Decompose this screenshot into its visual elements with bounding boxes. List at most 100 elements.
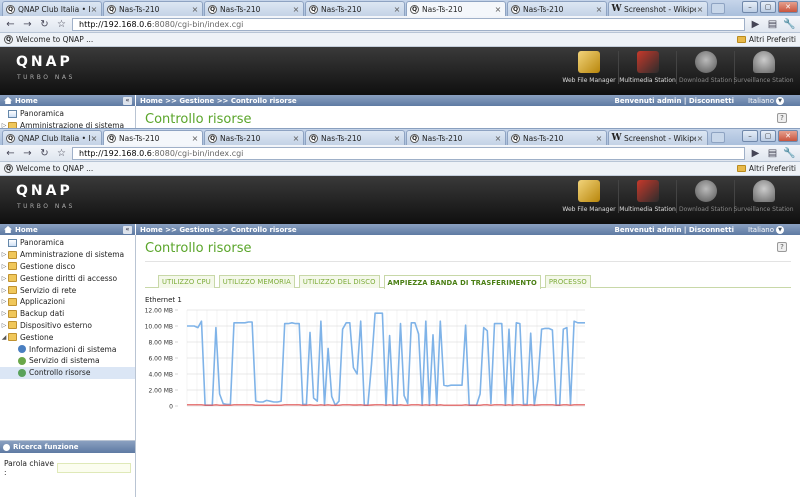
tab-close-icon[interactable]: ×: [292, 5, 300, 14]
expand-arrow-icon[interactable]: ▷: [0, 287, 8, 294]
browser-tab[interactable]: Q Nas-Ts-210 ×: [406, 1, 506, 16]
browser-tab[interactable]: Q Nas-Ts-210 ×: [507, 130, 607, 145]
tab-close-icon[interactable]: ×: [191, 134, 199, 143]
close-icon[interactable]: ✕: [778, 1, 798, 13]
tab-close-icon[interactable]: ×: [696, 134, 704, 143]
browser-tab[interactable]: Q Nas-Ts-210 ×: [507, 1, 607, 16]
back-arrow-icon[interactable]: ←: [4, 18, 17, 31]
expand-arrow-icon[interactable]: ▷: [0, 298, 8, 305]
reload-icon[interactable]: ↻: [38, 147, 51, 160]
sidebar-item[interactable]: Panoramica: [0, 237, 135, 249]
browser-tab[interactable]: Q Nas-Ts-210 ×: [406, 130, 506, 145]
maximize-icon[interactable]: ▢: [760, 1, 776, 13]
app-download-station[interactable]: Download Station: [676, 51, 734, 84]
sidebar-item[interactable]: ▷ Amministrazione di sistema: [0, 249, 135, 261]
new-tab-button[interactable]: [711, 3, 725, 14]
sidebar-item[interactable]: Servizio di sistema: [0, 355, 135, 367]
expand-arrow-icon[interactable]: ▷: [0, 275, 8, 282]
page-menu-icon[interactable]: ▤: [766, 18, 779, 31]
browser-tab[interactable]: Q Nas-Ts-210 ×: [204, 1, 304, 16]
expand-arrow-icon[interactable]: ◢: [0, 334, 8, 341]
language-select[interactable]: Italiano ▼: [748, 225, 800, 234]
sidebar-item[interactable]: ▷ Gestione diritti di accesso: [0, 272, 135, 284]
expand-arrow-icon[interactable]: ▷: [0, 263, 8, 270]
address-bar[interactable]: http://192.168.0.6:8080/cgi-bin/index.cg…: [72, 146, 745, 160]
browser-window-front: QQNAP Club Italia • Leg...×QNas-Ts-210×Q…: [0, 128, 800, 500]
app-surveillance-station[interactable]: Surveillance Station: [733, 180, 794, 213]
bookmark-item[interactable]: Q Welcome to QNAP ...: [4, 164, 93, 173]
browser-tab[interactable]: WScreenshot - Wikipedia×: [608, 1, 708, 16]
browser-tab[interactable]: QQNAP Club Italia • Leg...×: [2, 1, 102, 16]
app-web-file-manager[interactable]: Web File Manager: [560, 180, 618, 213]
tab-close-icon[interactable]: ×: [494, 5, 502, 14]
tab-resource-0[interactable]: UTILIZZO CPU: [158, 275, 215, 288]
go-arrow-icon[interactable]: ▶: [749, 18, 762, 31]
browser-tab[interactable]: Q Nas-Ts-210 ×: [305, 130, 405, 145]
go-arrow-icon[interactable]: ▶: [749, 147, 762, 160]
sidebar-item[interactable]: ▷ Backup dati: [0, 308, 135, 320]
tab-close-icon[interactable]: ×: [595, 5, 603, 14]
expand-arrow-icon[interactable]: ▷: [0, 251, 8, 258]
forward-arrow-icon[interactable]: →: [21, 147, 34, 160]
maximize-icon[interactable]: ▢: [760, 130, 776, 142]
tab-close-icon[interactable]: ×: [191, 5, 199, 14]
tab-close-icon[interactable]: ×: [292, 134, 300, 143]
star-icon[interactable]: ☆: [55, 18, 68, 31]
address-bar[interactable]: http://192.168.0.6:8080/cgi-bin/index.cg…: [72, 17, 745, 31]
new-tab-button[interactable]: [711, 132, 725, 143]
tab-close-icon[interactable]: ×: [393, 134, 401, 143]
tab-resource-3[interactable]: AMPIEZZA BANDA DI TRASFERIMENTO: [383, 275, 541, 289]
back-arrow-icon[interactable]: ←: [4, 147, 17, 160]
tab-resource-4[interactable]: PROCESSO: [544, 275, 591, 288]
sidebar-item[interactable]: Controllo risorse: [0, 366, 135, 379]
tab-close-icon[interactable]: ×: [393, 5, 401, 14]
collapse-sidebar-icon[interactable]: «: [123, 225, 132, 234]
sidebar-item[interactable]: Panoramica: [0, 108, 135, 120]
tab-resource-2[interactable]: UTILIZZO DEL DISCO: [298, 275, 380, 288]
reload-icon[interactable]: ↻: [38, 18, 51, 31]
sidebar-item[interactable]: ▷ Applicazioni: [0, 296, 135, 308]
close-icon[interactable]: ✕: [778, 130, 798, 142]
wrench-icon[interactable]: 🔧: [783, 18, 796, 31]
bookmark-item[interactable]: Q Welcome to QNAP ...: [4, 35, 93, 44]
tab-close-icon[interactable]: ×: [494, 134, 502, 143]
browser-tab[interactable]: Q Nas-Ts-210 ×: [103, 1, 203, 16]
sidebar-item[interactable]: ▷ Dispositivo esterno: [0, 320, 135, 332]
app-web-file-manager[interactable]: Web File Manager: [560, 51, 618, 84]
star-icon[interactable]: ☆: [55, 147, 68, 160]
browser-tab[interactable]: Q Nas-Ts-210 ×: [305, 1, 405, 16]
expand-arrow-icon[interactable]: ▷: [0, 310, 8, 317]
app-multimedia-station[interactable]: Multimedia Station: [618, 180, 676, 213]
tab-resource-1[interactable]: UTILIZZO MEMORIA: [218, 275, 295, 288]
forward-arrow-icon[interactable]: →: [21, 18, 34, 31]
help-icon[interactable]: ?: [777, 242, 787, 252]
welcome-logout[interactable]: Benvenuti admin | Disconnetti: [614, 97, 748, 105]
wrench-icon[interactable]: 🔧: [783, 147, 796, 160]
app-download-station[interactable]: Download Station: [676, 180, 734, 213]
app-surveillance-station[interactable]: Surveillance Station: [733, 51, 794, 84]
minimize-icon[interactable]: –: [742, 130, 758, 142]
help-icon[interactable]: ?: [777, 113, 787, 123]
collapse-sidebar-icon[interactable]: «: [123, 96, 132, 105]
browser-tab[interactable]: QQNAP Club Italia • Leg...×: [2, 130, 102, 145]
sidebar-item[interactable]: ▷ Servizio di rete: [0, 284, 135, 296]
sidebar-item[interactable]: ▷ Gestione disco: [0, 261, 135, 273]
sidebar-item[interactable]: Informazioni di sistema: [0, 343, 135, 355]
tab-close-icon[interactable]: ×: [595, 134, 603, 143]
page-menu-icon[interactable]: ▤: [766, 147, 779, 160]
browser-tab[interactable]: Q Nas-Ts-210 ×: [103, 130, 203, 145]
keyword-input[interactable]: [57, 463, 131, 473]
minimize-icon[interactable]: –: [742, 1, 758, 13]
app-multimedia-station[interactable]: Multimedia Station: [618, 51, 676, 84]
browser-tab[interactable]: WScreenshot - Wikipedia×: [608, 130, 708, 145]
expand-arrow-icon[interactable]: ▷: [0, 322, 8, 329]
tab-close-icon[interactable]: ×: [90, 5, 98, 14]
sidebar-item[interactable]: ◢ Gestione: [0, 331, 135, 343]
welcome-logout[interactable]: Benvenuti admin | Disconnetti: [614, 226, 748, 234]
tab-close-icon[interactable]: ×: [696, 5, 704, 14]
other-bookmarks[interactable]: Altri Preferiti: [736, 164, 796, 173]
tab-close-icon[interactable]: ×: [90, 134, 98, 143]
browser-tab[interactable]: Q Nas-Ts-210 ×: [204, 130, 304, 145]
other-bookmarks[interactable]: Altri Preferiti: [736, 35, 796, 44]
language-select[interactable]: Italiano ▼: [748, 96, 800, 105]
